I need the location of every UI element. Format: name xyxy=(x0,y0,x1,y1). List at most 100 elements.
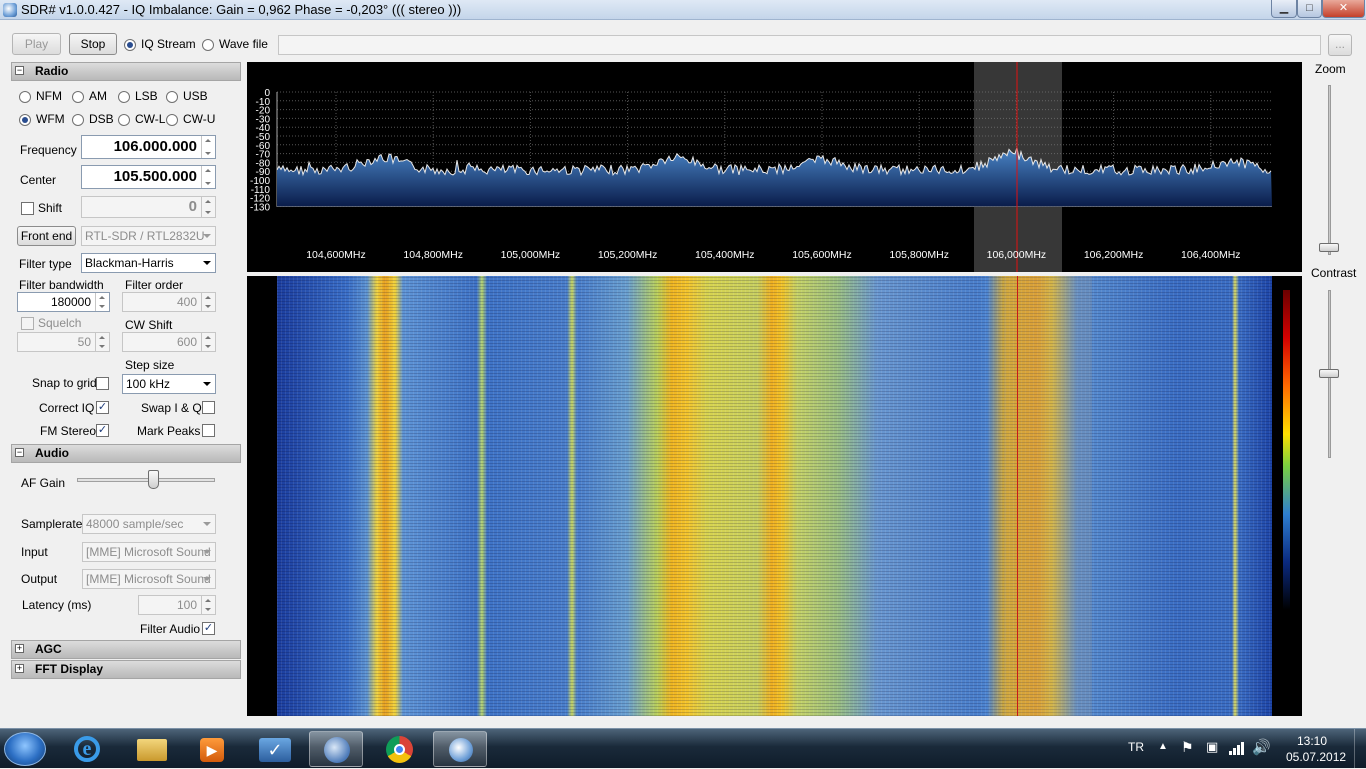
chrome-icon[interactable] xyxy=(372,731,426,767)
spectrum-analyzer[interactable]: 0-10-20-30-40-50-60-70-80-90-100-110-120… xyxy=(247,62,1302,272)
shift-checkbox[interactable] xyxy=(21,202,34,215)
squelch-label: Squelch xyxy=(38,316,82,330)
front-end-select[interactable]: RTL-SDR / RTL2832U xyxy=(81,226,216,246)
language-indicator[interactable]: TR xyxy=(1128,740,1144,754)
sdr-sharp-icon[interactable] xyxy=(433,731,487,767)
cw-shift-label: CW Shift xyxy=(125,318,173,332)
zoom-slider-thumb[interactable] xyxy=(1319,243,1339,252)
audio-section-header[interactable]: − Audio xyxy=(11,444,241,463)
center-input[interactable]: 105.500.000 xyxy=(81,165,216,189)
mode-usb-radio[interactable] xyxy=(166,91,178,103)
mode-wfm-radio[interactable] xyxy=(19,114,31,126)
iq-stream-label: IQ Stream xyxy=(141,37,196,51)
maximize-button[interactable]: □ xyxy=(1297,0,1322,18)
output-device-select[interactable]: [MME] Microsoft Sound xyxy=(82,569,216,589)
squelch-checkbox[interactable] xyxy=(21,317,34,330)
latency-input[interactable]: 100 xyxy=(138,595,216,615)
output-label: Output xyxy=(21,572,58,586)
clock-date[interactable]: 05.07.2012 xyxy=(1286,750,1346,764)
mode-cwu-label: CW-U xyxy=(183,112,216,126)
input-device-select[interactable]: [MME] Microsoft Sound xyxy=(82,542,216,562)
waterfall-display[interactable] xyxy=(247,276,1302,716)
shift-input[interactable]: 0 xyxy=(81,196,216,218)
show-hidden-icons-icon[interactable]: ▲ xyxy=(1158,741,1168,752)
browse-button[interactable]: ... xyxy=(1328,34,1352,56)
mode-am-label: AM xyxy=(89,89,107,103)
minimize-button[interactable]: ▁ xyxy=(1271,0,1297,18)
filter-type-label: Filter type xyxy=(19,257,72,271)
mode-usb-label: USB xyxy=(183,89,208,103)
mode-lsb-radio[interactable] xyxy=(118,91,130,103)
mark-peaks-label: Mark Peaks xyxy=(137,424,201,438)
radio-section-title: Radio xyxy=(35,64,69,78)
x-tick-label: 105,600MHz xyxy=(792,249,852,261)
filter-audio-checkbox[interactable]: ✓ xyxy=(202,622,215,635)
filter-type-value: Blackman-Harris xyxy=(85,256,174,270)
latency-value: 100 xyxy=(176,598,197,612)
sdr-app-icon[interactable] xyxy=(3,3,17,17)
wave-file-path-input[interactable] xyxy=(278,35,1321,55)
center-value: 105.500.000 xyxy=(113,168,197,185)
radio-section-header[interactable]: − Radio xyxy=(11,62,241,81)
contrast-slider-thumb[interactable] xyxy=(1319,369,1339,378)
chevron-down-icon xyxy=(203,550,211,554)
x-tick-label: 105,200MHz xyxy=(598,249,658,261)
cw-shift-input[interactable]: 600 xyxy=(122,332,216,352)
internet-explorer-icon[interactable]: e xyxy=(60,731,114,767)
squelch-input[interactable]: 50 xyxy=(17,332,110,352)
front-end-button[interactable]: Front end xyxy=(17,226,76,246)
close-button[interactable]: ✕ xyxy=(1322,0,1365,18)
step-size-select[interactable]: 100 kHz xyxy=(122,374,216,394)
correct-iq-checkbox[interactable]: ✓ xyxy=(96,401,109,414)
play-button[interactable]: Play xyxy=(12,33,61,55)
x-tick-label: 105,800MHz xyxy=(889,249,949,261)
mode-nfm-radio[interactable] xyxy=(19,91,31,103)
af-gain-slider-track[interactable] xyxy=(77,478,215,482)
stop-button[interactable]: Stop xyxy=(69,33,117,55)
frequency-label: Frequency xyxy=(20,143,77,157)
mode-cwl-label: CW-L xyxy=(135,112,166,126)
filter-order-value: 400 xyxy=(176,295,197,309)
x-tick-label: 106,400MHz xyxy=(1181,249,1241,261)
af-gain-slider-thumb[interactable] xyxy=(148,470,160,489)
fm-stereo-label: FM Stereo xyxy=(40,424,97,438)
frequency-input[interactable]: 106.000.000 xyxy=(81,135,216,159)
chevron-down-icon xyxy=(203,261,211,265)
thunderbird-icon[interactable] xyxy=(309,731,363,767)
start-button-icon[interactable] xyxy=(4,732,46,766)
taskbar: e ▶ ✓ TR ▲ ⚑ ▣ 🔊 13:10 05.07.2012 xyxy=(0,728,1366,769)
volume-icon[interactable]: 🔊 xyxy=(1252,738,1271,756)
filter-type-select[interactable]: Blackman-Harris xyxy=(81,253,216,273)
snap-to-grid-checkbox[interactable] xyxy=(96,377,109,390)
mode-cwl-radio[interactable] xyxy=(118,114,130,126)
agc-section-header[interactable]: + AGC xyxy=(11,640,241,659)
media-player-icon[interactable]: ▶ xyxy=(184,731,238,767)
tasks-icon[interactable]: ✓ xyxy=(247,731,301,767)
show-desktop-button[interactable] xyxy=(1354,729,1366,769)
mode-cwu-radio[interactable] xyxy=(166,114,178,126)
filter-bandwidth-value: 180000 xyxy=(50,295,91,309)
network-signal-icon[interactable] xyxy=(1229,741,1245,755)
mode-dsb-radio[interactable] xyxy=(72,114,84,126)
x-tick-label: 106,200MHz xyxy=(1084,249,1144,261)
file-explorer-icon[interactable] xyxy=(124,731,178,767)
mode-wfm-label: WFM xyxy=(36,112,65,126)
clock-time[interactable]: 13:10 xyxy=(1297,734,1327,748)
fft-display-section-header[interactable]: + FFT Display xyxy=(11,660,241,679)
frequency-value: 106.000.000 xyxy=(113,138,197,155)
wave-file-radio[interactable] xyxy=(202,39,214,51)
fm-stereo-checkbox[interactable]: ✓ xyxy=(96,424,109,437)
output-device-value: [MME] Microsoft Sound xyxy=(86,572,211,586)
filter-order-input[interactable]: 400 xyxy=(122,292,216,312)
x-tick-label: 105,000MHz xyxy=(501,249,561,261)
filter-audio-label: Filter Audio xyxy=(140,622,201,636)
device-icon[interactable]: ▣ xyxy=(1206,739,1218,755)
iq-stream-radio[interactable] xyxy=(124,39,136,51)
filter-bandwidth-input[interactable]: 180000 xyxy=(17,292,110,312)
zoom-slider-track[interactable] xyxy=(1328,85,1331,255)
action-center-flag-icon[interactable]: ⚑ xyxy=(1181,739,1194,756)
samplerate-select[interactable]: 48000 sample/sec xyxy=(82,514,216,534)
mark-peaks-checkbox[interactable] xyxy=(202,424,215,437)
mode-am-radio[interactable] xyxy=(72,91,84,103)
swap-iq-checkbox[interactable] xyxy=(202,401,215,414)
